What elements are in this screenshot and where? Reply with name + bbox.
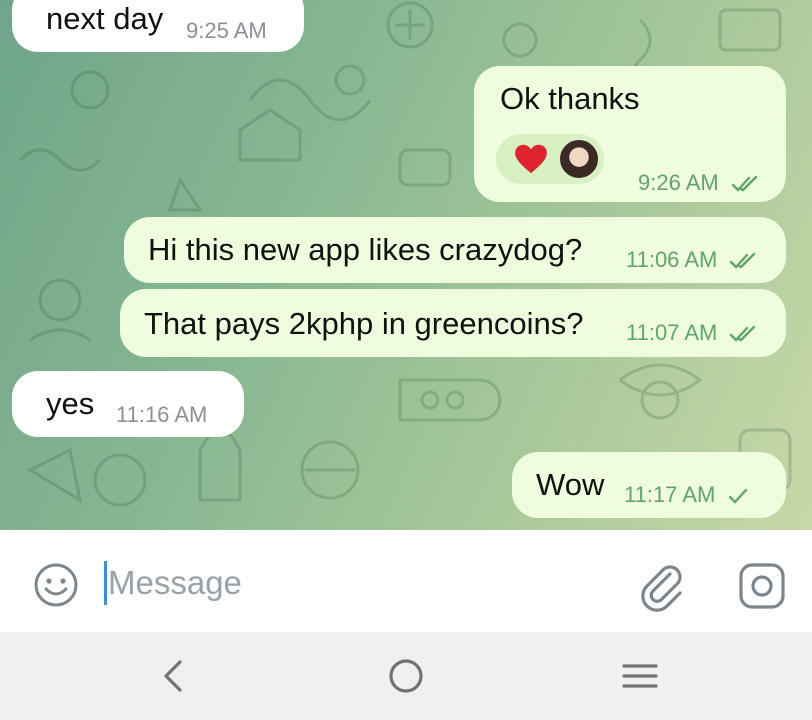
message-bubble-outgoing[interactable]: That pays 2kphp in greencoins? 11:07 AM bbox=[120, 289, 786, 357]
double-check-icon bbox=[731, 175, 758, 192]
message-bubble-outgoing[interactable]: Ok thanks 9:26 AM bbox=[474, 66, 786, 202]
home-circle-icon[interactable] bbox=[382, 652, 430, 700]
message-bubble-incoming[interactable]: next day 9:25 AM bbox=[12, 0, 304, 52]
message-text: next day bbox=[46, 1, 164, 36]
message-time: 11:17 AM bbox=[624, 482, 716, 507]
message-time: 11:07 AM bbox=[626, 320, 718, 345]
chat-area[interactable]: next day 9:25 AM Ok thanks 9:26 AM Hi th… bbox=[0, 0, 812, 530]
double-check-icon bbox=[730, 325, 756, 342]
message-time: 9:25 AM bbox=[186, 18, 267, 43]
message-text: Ok thanks bbox=[500, 81, 640, 116]
paperclip-icon[interactable] bbox=[636, 560, 688, 612]
camera-icon[interactable] bbox=[736, 560, 788, 612]
message-bubble-incoming[interactable]: yes 11:16 AM bbox=[12, 371, 244, 437]
heart-emoji-icon bbox=[515, 144, 547, 174]
single-check-icon bbox=[729, 488, 748, 504]
message-time: 9:26 AM bbox=[638, 170, 719, 195]
recents-menu-icon[interactable] bbox=[616, 652, 664, 700]
smiley-icon[interactable] bbox=[32, 561, 80, 609]
reaction-user-avatar bbox=[558, 138, 600, 180]
message-time: 11:16 AM bbox=[116, 402, 208, 427]
message-meta: 11:06 AM bbox=[626, 247, 757, 273]
message-text: yes bbox=[46, 386, 95, 421]
system-nav-bar bbox=[0, 632, 812, 720]
text-cursor bbox=[104, 561, 107, 605]
message-meta: 9:26 AM bbox=[638, 170, 759, 196]
message-bubble-outgoing[interactable]: Hi this new app likes crazydog? 11:06 AM bbox=[124, 217, 786, 283]
double-check-icon bbox=[730, 252, 756, 269]
message-bubble-outgoing[interactable]: Wow 11:17 AM bbox=[512, 452, 786, 518]
message-text: That pays 2kphp in greencoins? bbox=[144, 306, 584, 341]
back-chevron-icon[interactable] bbox=[150, 652, 198, 700]
message-time: 11:06 AM bbox=[626, 247, 718, 272]
message-text: Wow bbox=[536, 467, 605, 502]
message-text: Hi this new app likes crazydog? bbox=[148, 232, 583, 267]
message-meta: 11:07 AM bbox=[626, 320, 757, 346]
message-meta: 11:17 AM bbox=[624, 482, 749, 508]
message-input[interactable] bbox=[108, 558, 588, 608]
message-composer bbox=[0, 530, 812, 632]
message-reactions[interactable] bbox=[496, 134, 604, 184]
